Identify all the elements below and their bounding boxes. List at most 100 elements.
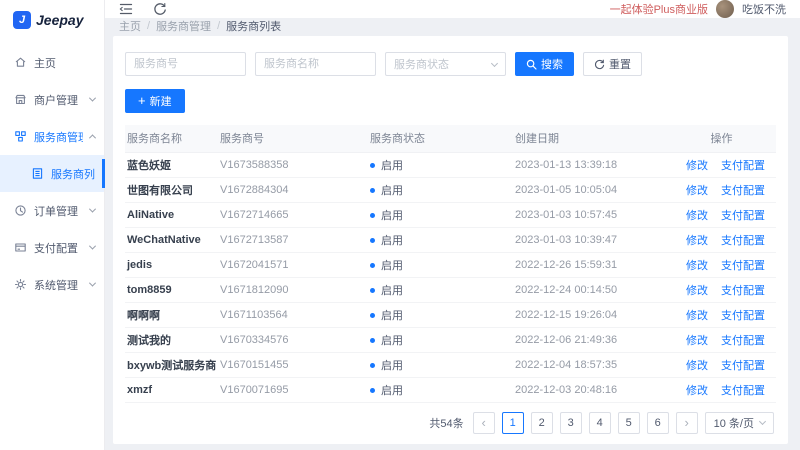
new-button-label: 新建 [150, 93, 172, 109]
chevron-down-icon [89, 280, 96, 287]
isv-status: 启用 [368, 277, 513, 302]
edit-link[interactable]: 修改 [686, 285, 708, 297]
isv-name: WeChatNative [125, 227, 218, 252]
isv-name: jedis [125, 252, 218, 277]
logo[interactable]: J Jeepay [0, 0, 104, 40]
edit-link[interactable]: 修改 [686, 260, 708, 272]
sidebar-item-label: 商户管理 [34, 92, 78, 108]
table-row: xmzfV1670071695启用2022-12-03 20:48:16修改支付… [125, 377, 776, 402]
edit-link[interactable]: 修改 [686, 160, 708, 172]
pay-config-link[interactable]: 支付配置 [721, 160, 765, 172]
row-actions: 修改支付配置删除 [671, 177, 776, 202]
edit-link[interactable]: 修改 [686, 185, 708, 197]
pay-config-link[interactable]: 支付配置 [721, 335, 765, 347]
home-icon [14, 56, 27, 69]
page-button-3[interactable]: 3 [560, 412, 582, 434]
isv-name-input[interactable] [255, 52, 376, 76]
main-area: 一起体验Plus商业版 吃饭不洗 主页/服务商管理/服务商列表 服务商状态 搜索 [105, 0, 800, 450]
username[interactable]: 吃饭不洗 [742, 1, 786, 17]
page-button-1[interactable]: 1 [502, 412, 524, 434]
breadcrumb-item[interactable]: 主页 [119, 18, 141, 34]
next-page-button[interactable]: › [676, 412, 698, 434]
edit-link[interactable]: 修改 [686, 235, 708, 247]
system-icon [14, 278, 27, 291]
sidebar-item-pay-config[interactable]: 支付配置 [0, 229, 104, 266]
breadcrumb-item[interactable]: 服务商管理 [156, 18, 211, 34]
pay-config-link[interactable]: 支付配置 [721, 285, 765, 297]
chevron-down-icon [89, 243, 96, 250]
pay-config-link[interactable]: 支付配置 [721, 385, 765, 397]
new-button[interactable]: + 新建 [125, 89, 185, 113]
created-date: 2023-01-03 10:39:47 [513, 227, 671, 252]
edit-link[interactable]: 修改 [686, 210, 708, 222]
created-date: 2022-12-15 19:26:04 [513, 302, 671, 327]
isv-no: V1671103564 [218, 302, 368, 327]
edit-link[interactable]: 修改 [686, 310, 708, 322]
sidebar-item-home[interactable]: 主页 [0, 44, 104, 81]
table-row: jedisV1672041571启用2022-12-26 15:59:31修改支… [125, 252, 776, 277]
isv-no: V1670334576 [218, 327, 368, 352]
isv-status: 启用 [368, 202, 513, 227]
isv-no: V1670071695 [218, 377, 368, 402]
status-dot-icon [370, 213, 375, 218]
pay-config-link[interactable]: 支付配置 [721, 235, 765, 247]
page-size-value: 10 条/页 [714, 415, 754, 431]
prev-page-button[interactable]: ‹ [473, 412, 495, 434]
sidebar-item-system[interactable]: 系统管理 [0, 266, 104, 303]
sidebar-item-label: 订单管理 [34, 203, 78, 219]
status-text: 启用 [381, 160, 403, 172]
isv-status: 启用 [368, 152, 513, 177]
refresh-icon[interactable] [153, 2, 167, 16]
isv-name: 啊啊啊 [125, 302, 218, 327]
page-button-4[interactable]: 4 [589, 412, 611, 434]
sidebar-item-isv-manage[interactable]: 服务商管理 [0, 118, 104, 155]
sidebar-item-order[interactable]: 订单管理 [0, 192, 104, 229]
search-form: 服务商状态 搜索 重置 [125, 52, 776, 76]
row-actions: 修改支付配置删除 [671, 377, 776, 402]
isv-name: 测试我的 [125, 327, 218, 352]
created-date: 2022-12-26 15:59:31 [513, 252, 671, 277]
pay-config-link[interactable]: 支付配置 [721, 210, 765, 222]
status-text: 启用 [381, 285, 403, 297]
order-icon [14, 204, 27, 217]
page-size-select[interactable]: 10 条/页 [705, 412, 774, 434]
page-button-6[interactable]: 6 [647, 412, 669, 434]
isv-no-input[interactable] [125, 52, 246, 76]
edit-link[interactable]: 修改 [686, 385, 708, 397]
pay-config-link[interactable]: 支付配置 [721, 360, 765, 372]
status-text: 启用 [381, 185, 403, 197]
pay-config-link[interactable]: 支付配置 [721, 185, 765, 197]
created-date: 2023-01-13 13:39:18 [513, 152, 671, 177]
reset-button[interactable]: 重置 [583, 52, 642, 76]
search-button[interactable]: 搜索 [515, 52, 574, 76]
isv-status-select[interactable]: 服务商状态 [385, 52, 506, 76]
avatar[interactable] [716, 0, 734, 18]
isv-name: 蓝色妖姬 [125, 152, 218, 177]
col-header-isv-status: 服务商状态 [368, 125, 513, 152]
created-date: 2023-01-05 10:05:04 [513, 177, 671, 202]
status-dot-icon [370, 338, 375, 343]
sidebar: J Jeepay 主页商户管理服务商管理服务商列表订单管理支付配置系统管理 [0, 0, 105, 450]
promo-link[interactable]: 一起体验Plus商业版 [610, 1, 708, 17]
status-dot-icon [370, 363, 375, 368]
menu-fold-icon[interactable] [119, 2, 133, 16]
edit-link[interactable]: 修改 [686, 335, 708, 347]
isv-name: AliNative [125, 202, 218, 227]
isv-name: tom8859 [125, 277, 218, 302]
status-text: 启用 [381, 235, 403, 247]
table-row: 啊啊啊V1671103564启用2022-12-15 19:26:04修改支付配… [125, 302, 776, 327]
page-button-2[interactable]: 2 [531, 412, 553, 434]
page-button-5[interactable]: 5 [618, 412, 640, 434]
col-header-actions: 操作 [671, 125, 776, 152]
status-text: 启用 [381, 360, 403, 372]
edit-link[interactable]: 修改 [686, 360, 708, 372]
breadcrumb-item: 服务商列表 [226, 18, 281, 34]
isv-name: 世图有限公司 [125, 177, 218, 202]
sidebar-item-merchant[interactable]: 商户管理 [0, 81, 104, 118]
pay-config-link[interactable]: 支付配置 [721, 260, 765, 272]
isv-no: V1673588358 [218, 152, 368, 177]
sidebar-item-label: 主页 [34, 55, 56, 71]
sidebar-item-isv-list[interactable]: 服务商列表 [0, 155, 104, 192]
isv-no: V1672713587 [218, 227, 368, 252]
pay-config-link[interactable]: 支付配置 [721, 310, 765, 322]
